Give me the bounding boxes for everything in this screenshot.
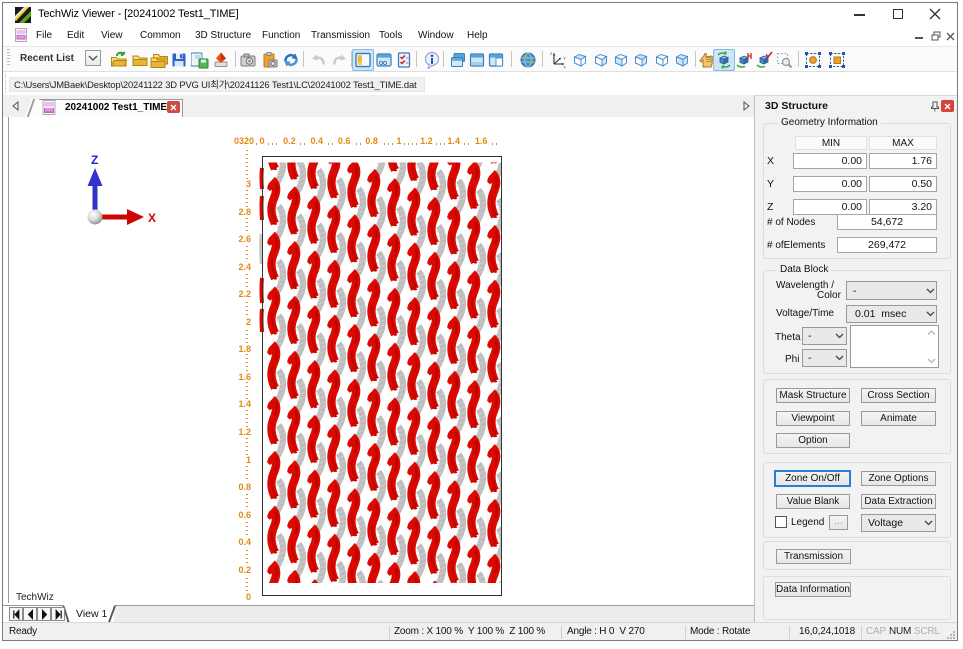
svg-text:X: X bbox=[148, 211, 156, 225]
svg-text:x: x bbox=[564, 65, 567, 70]
svg-text:Z: Z bbox=[91, 153, 98, 167]
svg-text:Y: Y bbox=[563, 56, 566, 61]
svg-text:z: z bbox=[550, 51, 553, 56]
